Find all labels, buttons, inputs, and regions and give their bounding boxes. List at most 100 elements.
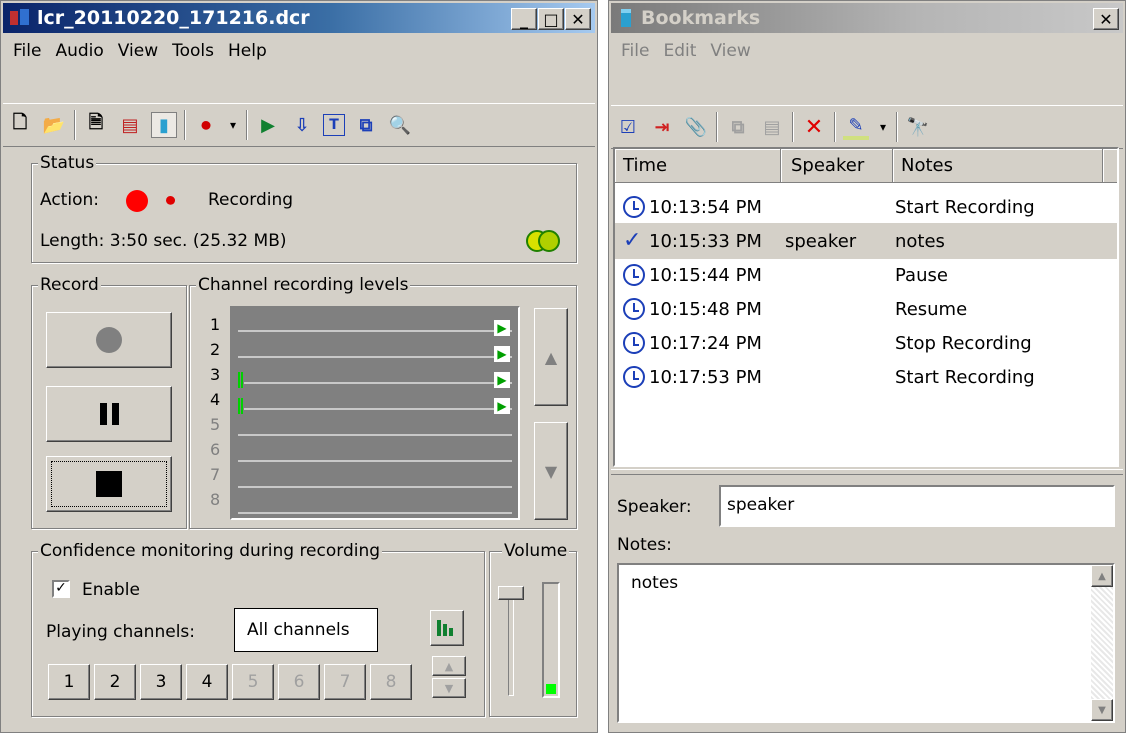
close-button[interactable]: ✕ (565, 8, 591, 30)
toolbar-separator (716, 112, 718, 142)
bookmarks-titlebar[interactable]: Bookmarks ✕ (611, 3, 1123, 33)
bookmarks-list: Time Speaker Notes 10:13:54 PM Start Rec… (613, 147, 1119, 467)
recorder-titlebar[interactable]: lcr_20110220_171216.dcr _ □ ✕ (3, 3, 595, 33)
bar-chart-icon (437, 620, 453, 636)
paste-bookmark-icon[interactable]: ▤ (759, 114, 785, 140)
new-file-icon[interactable]: 🗋 (7, 112, 33, 138)
notes-scrollbar[interactable]: ▲ ▼ (1091, 565, 1113, 721)
properties-icon[interactable]: 🗎 (83, 112, 109, 138)
import-icon[interactable]: ⇥ (649, 114, 675, 140)
channel-button-7[interactable]: 7 (324, 664, 366, 700)
confidence-group-label: Confidence monitoring during recording (38, 541, 383, 561)
level-bar-ch3 (238, 372, 244, 388)
toolbar-separator (896, 112, 898, 142)
pane-splitter[interactable] (611, 469, 1123, 475)
row-speaker: speaker (785, 230, 857, 252)
toolbar-separator (834, 112, 836, 142)
volume-slider-thumb[interactable] (498, 586, 524, 600)
channel-button-1[interactable]: 1 (48, 664, 90, 700)
levels-meter-button[interactable] (430, 610, 464, 646)
scrollbar-up-arrow[interactable]: ▲ (1091, 565, 1113, 587)
table-row[interactable]: 10:17:24 PM Stop Recording (615, 325, 1117, 361)
find-binoculars-icon[interactable]: 🔭 (905, 114, 931, 140)
pen-dropdown-icon[interactable]: ▾ (877, 114, 889, 140)
channel-scroll-down-button[interactable]: ▼ (432, 678, 466, 698)
menu-audio[interactable]: Audio (55, 41, 103, 61)
col-header-speaker[interactable]: Speaker (781, 149, 893, 183)
table-row[interactable]: 10:13:54 PM Start Recording (615, 189, 1117, 225)
channel-number: 4 (210, 390, 221, 409)
toolbar-separator (74, 110, 76, 140)
highlight-pen-icon[interactable]: ✎ (843, 114, 869, 140)
bookmarks-toolbar: ☑ ⇥ 📎 ⧉ ▤ ✕ ✎ ▾ 🔭 (611, 105, 1123, 149)
scroll-up-button[interactable]: ▲ (534, 308, 568, 406)
table-row-selected[interactable]: ✓ 10:15:33 PM speaker notes (615, 223, 1117, 259)
channel-scroll-up-button[interactable]: ▲ (432, 656, 466, 676)
scroll-down-button[interactable]: ▼ (534, 422, 568, 520)
menu-file[interactable]: File (13, 41, 41, 61)
col-header-time[interactable]: Time (615, 149, 781, 183)
row-notes: notes (895, 230, 945, 252)
open-folder-icon[interactable]: 📂 (41, 112, 67, 138)
check-bookmark-icon[interactable]: ☑ (615, 114, 641, 140)
playing-channels-field[interactable]: All channels (234, 608, 378, 652)
row-time: 10:15:44 PM (649, 264, 762, 286)
bookmarks-close-button[interactable]: ✕ (1093, 8, 1119, 30)
table-row[interactable]: 10:17:53 PM Start Recording (615, 359, 1117, 395)
windows-icon[interactable]: ⧉ (353, 112, 379, 138)
channel-button-6[interactable]: 6 (278, 664, 320, 700)
monitor-play-icon[interactable]: ▶ (494, 372, 510, 388)
confidence-group: Confidence monitoring during recording ✓… (31, 541, 485, 717)
monitor-play-icon[interactable]: ▶ (494, 398, 510, 414)
bookmarks-menubar: File Edit View (611, 35, 1123, 67)
link-icon (526, 228, 562, 252)
recorder-title: lcr_20110220_171216.dcr (37, 7, 310, 29)
maximize-button[interactable]: □ (538, 8, 564, 30)
speaker-value: speaker (727, 495, 795, 515)
record-group: Record (31, 275, 187, 529)
bm-menu-view[interactable]: View (710, 41, 750, 61)
channel-button-2[interactable]: 2 (94, 664, 136, 700)
notes-field[interactable]: notes ▲ ▼ (617, 563, 1115, 723)
menu-help[interactable]: Help (228, 41, 267, 61)
insert-icon[interactable]: ⇩ (289, 112, 315, 138)
channel-button-5[interactable]: 5 (232, 664, 274, 700)
play-monitor-icon[interactable]: ▶ (255, 112, 281, 138)
enable-checkbox[interactable]: ✓ (52, 580, 70, 598)
bookmarks-title: Bookmarks (641, 7, 761, 29)
bm-menu-file[interactable]: File (621, 41, 649, 61)
toolbar-separator (246, 110, 248, 140)
attach-icon[interactable]: 📎 (683, 114, 709, 140)
level-line (238, 512, 512, 514)
status-group: Status Action: ⏺ Recording Length: 3:50 … (31, 153, 577, 263)
copy-bookmark-icon[interactable]: ⧉ (725, 114, 751, 140)
table-row[interactable]: 10:15:44 PM Pause (615, 257, 1117, 293)
col-header-notes[interactable]: Notes (893, 149, 1103, 183)
delete-icon[interactable]: ✕ (801, 114, 827, 140)
scrollbar-down-arrow[interactable]: ▼ (1091, 699, 1113, 721)
check-icon: ✓ (623, 228, 642, 253)
text-icon[interactable]: T (323, 114, 345, 136)
bm-menu-edit[interactable]: Edit (663, 41, 696, 61)
menu-tools[interactable]: Tools (172, 41, 214, 61)
channel-button-8[interactable]: 8 (370, 664, 412, 700)
menu-view[interactable]: View (118, 41, 158, 61)
record-camera-icon[interactable]: ⏺ (193, 112, 219, 138)
speaker-field[interactable]: speaker (719, 485, 1115, 527)
dropdown-arrow-icon[interactable]: ▾ (227, 112, 239, 138)
monitor-play-icon[interactable]: ▶ (494, 320, 510, 336)
row-notes: Stop Recording (895, 332, 1032, 354)
table-row[interactable]: 10:15:48 PM Resume (615, 291, 1117, 327)
channel-button-4[interactable]: 4 (186, 664, 228, 700)
record-button[interactable] (46, 312, 172, 368)
status-group-label: Status (38, 153, 97, 173)
stop-button[interactable] (46, 456, 172, 512)
monitor-play-icon[interactable]: ▶ (494, 346, 510, 362)
search-folder-icon[interactable]: 🔍 (387, 112, 413, 138)
channel-button-3[interactable]: 3 (140, 664, 182, 700)
bookmarks-toggle-icon[interactable]: ▮ (151, 112, 177, 138)
notes-icon[interactable]: ▤ (117, 112, 143, 138)
minimize-button[interactable]: _ (511, 8, 537, 30)
pause-button[interactable] (46, 386, 172, 442)
volume-group-label: Volume (502, 541, 570, 561)
